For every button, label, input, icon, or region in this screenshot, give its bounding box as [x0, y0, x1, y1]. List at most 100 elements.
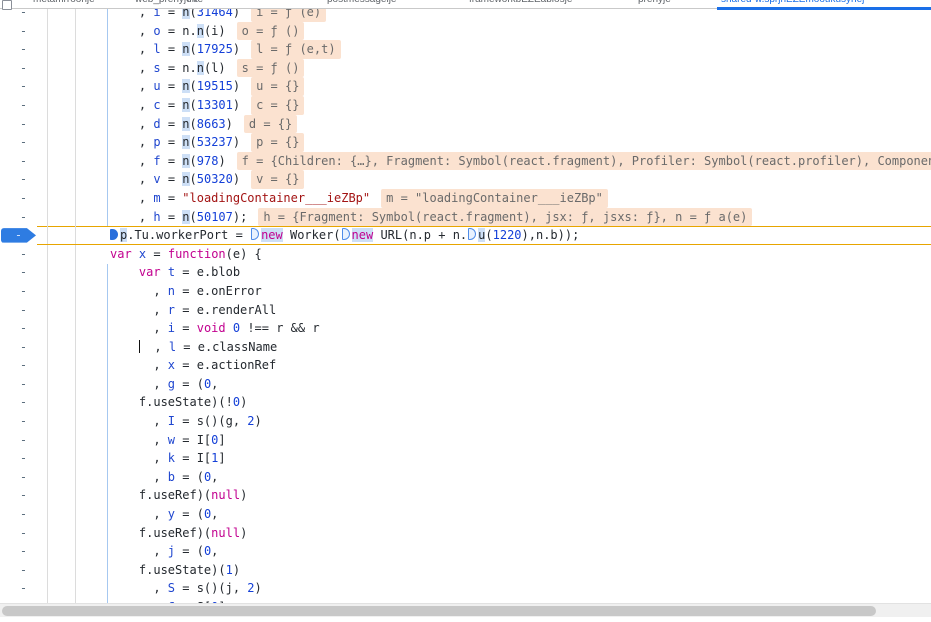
- breakpoint-gutter[interactable]: [48, 152, 76, 171]
- breakpoint-gutter[interactable]: [48, 393, 76, 412]
- file-tab[interactable]: prehyje: [638, 0, 671, 5]
- breakpoint-gutter[interactable]: [48, 208, 76, 227]
- line-gutter-marker[interactable]: -: [0, 449, 48, 468]
- breakpoint-gutter[interactable]: [48, 282, 76, 301]
- file-tab[interactable]: metamrroonje: [33, 0, 95, 5]
- breakpoint-gutter[interactable]: [48, 579, 76, 598]
- horizontal-scrollbar[interactable]: [0, 603, 931, 617]
- code-line[interactable]: - , I = s()(g, 2): [0, 412, 931, 431]
- code-line[interactable]: - f.useState)(!0): [0, 393, 931, 412]
- breakpoint-gutter[interactable]: [48, 170, 76, 189]
- breakpoint-gutter[interactable]: [48, 431, 76, 450]
- breakpoint-gutter[interactable]: [48, 189, 76, 208]
- code-line[interactable]: - , b = (0,: [0, 468, 931, 487]
- line-gutter-marker[interactable]: -: [0, 22, 48, 41]
- line-gutter-marker[interactable]: -: [0, 579, 48, 598]
- code-line[interactable]: - , S = s()(j, 2): [0, 579, 931, 598]
- code-line[interactable]: - f.useRef)(null): [0, 524, 931, 543]
- code-line[interactable]: - , i = void 0 !== r && r: [0, 319, 931, 338]
- line-gutter-marker[interactable]: -: [0, 338, 48, 357]
- code-line[interactable]: - , v = n(50320)v = {}: [0, 170, 931, 189]
- breakpoint-gutter[interactable]: [48, 468, 76, 487]
- file-tab[interactable]: lrve: [187, 0, 203, 5]
- code-line[interactable]: - , w = I[0]: [0, 431, 931, 450]
- line-gutter-marker[interactable]: -: [0, 208, 48, 227]
- line-gutter-marker[interactable]: -: [0, 393, 48, 412]
- breakpoint-gutter[interactable]: [48, 301, 76, 320]
- breakpoint-gutter[interactable]: [48, 96, 76, 115]
- breakpoint-gutter[interactable]: [48, 133, 76, 152]
- file-tab[interactable]: postmessageije: [327, 0, 396, 5]
- line-gutter-marker[interactable]: -: [0, 263, 48, 282]
- code-line[interactable]: - , o = n.n(i)o = ƒ (): [0, 22, 931, 41]
- breakpoint-gutter[interactable]: [48, 449, 76, 468]
- breakpoint-gutter[interactable]: [48, 542, 76, 561]
- code-line[interactable]: - , h = n(50107);h = {Fragment: Symbol(r…: [0, 208, 931, 227]
- line-gutter-marker[interactable]: -: [0, 468, 48, 487]
- breakpoint-gutter[interactable]: [48, 338, 76, 357]
- line-gutter-marker[interactable]: -: [0, 375, 48, 394]
- line-gutter-marker[interactable]: -: [0, 431, 48, 450]
- line-gutter-marker[interactable]: -: [0, 96, 48, 115]
- line-gutter-marker[interactable]: -: [0, 133, 48, 152]
- code-line[interactable]: - , c = n(13301)c = {}: [0, 96, 931, 115]
- execution-step-marker-icon[interactable]: [110, 229, 118, 240]
- execution-line[interactable]: -p.Tu.workerPort = new Worker(new URL(n.…: [0, 226, 931, 245]
- breakpoint-gutter[interactable]: [48, 375, 76, 394]
- breakpoint-gutter[interactable]: [48, 356, 76, 375]
- line-gutter-marker[interactable]: -: [0, 245, 48, 264]
- code-line[interactable]: - , j = (0,: [0, 542, 931, 561]
- line-gutter-marker[interactable]: -: [0, 412, 48, 431]
- continue-to-here-icon[interactable]: [342, 228, 350, 240]
- code-line[interactable]: - f.useRef)(null): [0, 486, 931, 505]
- breakpoint-gutter[interactable]: [48, 226, 76, 245]
- line-gutter-marker[interactable]: -: [0, 77, 48, 96]
- breakpoint-gutter[interactable]: [48, 486, 76, 505]
- line-gutter-marker[interactable]: -: [0, 542, 48, 561]
- breakpoint-gutter[interactable]: [48, 115, 76, 134]
- line-gutter-marker[interactable]: -: [0, 505, 48, 524]
- file-tab[interactable]: frameworkbEZEablosje: [469, 0, 572, 5]
- code-line[interactable]: - , p = n(53237)p = {}: [0, 133, 931, 152]
- breakpoint-gutter[interactable]: [48, 319, 76, 338]
- code-line[interactable]: - , s = n.n(l)s = ƒ (): [0, 59, 931, 78]
- continue-to-here-icon[interactable]: [251, 228, 259, 240]
- line-gutter-marker[interactable]: -: [0, 301, 48, 320]
- line-gutter-marker[interactable]: -: [0, 486, 48, 505]
- breakpoint-gutter[interactable]: [48, 505, 76, 524]
- code-line[interactable]: - f.useState)(1): [0, 561, 931, 580]
- line-gutter-marker[interactable]: -: [0, 170, 48, 189]
- line-gutter-marker[interactable]: -: [0, 319, 48, 338]
- breakpoint-gutter[interactable]: [48, 22, 76, 41]
- code-line[interactable]: - , n = e.onError: [0, 282, 931, 301]
- breakpoint-gutter[interactable]: [48, 524, 76, 543]
- line-gutter-marker[interactable]: -: [0, 115, 48, 134]
- line-gutter-marker[interactable]: -: [0, 356, 48, 375]
- code-line[interactable]: -var x = function(e) {: [0, 245, 931, 264]
- code-line[interactable]: - var t = e.blob: [0, 263, 931, 282]
- code-line[interactable]: - , f = n(978)f = {Children: {…}, Fragme…: [0, 152, 931, 171]
- line-gutter-marker[interactable]: -: [0, 282, 48, 301]
- code-line[interactable]: - , l = e.className: [0, 338, 931, 357]
- file-tab[interactable]: shared-w.sprjhEZEmooukusyhej: [721, 0, 864, 5]
- line-gutter-marker[interactable]: -: [0, 152, 48, 171]
- breakpoint-gutter[interactable]: [48, 412, 76, 431]
- code-line[interactable]: - , m = "loadingContainer___ieZBp"m = "l…: [0, 189, 931, 208]
- file-icon[interactable]: [2, 0, 12, 10]
- code-line[interactable]: - , y = (0,: [0, 505, 931, 524]
- code-line[interactable]: - , k = I[1]: [0, 449, 931, 468]
- code-line[interactable]: - , r = e.renderAll: [0, 301, 931, 320]
- scrollbar-thumb[interactable]: [2, 606, 876, 616]
- code-line[interactable]: - , x = e.actionRef: [0, 356, 931, 375]
- continue-to-here-icon[interactable]: [468, 228, 476, 240]
- line-gutter-marker[interactable]: -: [0, 40, 48, 59]
- breakpoint-gutter[interactable]: [48, 561, 76, 580]
- code-line[interactable]: - , d = n(8663)d = {}: [0, 115, 931, 134]
- code-line[interactable]: - , g = (0,: [0, 375, 931, 394]
- code-line[interactable]: - , l = n(17925)l = ƒ (e,t): [0, 40, 931, 59]
- breakpoint-gutter[interactable]: [48, 40, 76, 59]
- breakpoint-gutter[interactable]: [48, 263, 76, 282]
- breakpoint-gutter[interactable]: [48, 59, 76, 78]
- line-gutter-marker[interactable]: -: [0, 524, 48, 543]
- line-gutter-marker[interactable]: -: [0, 59, 48, 78]
